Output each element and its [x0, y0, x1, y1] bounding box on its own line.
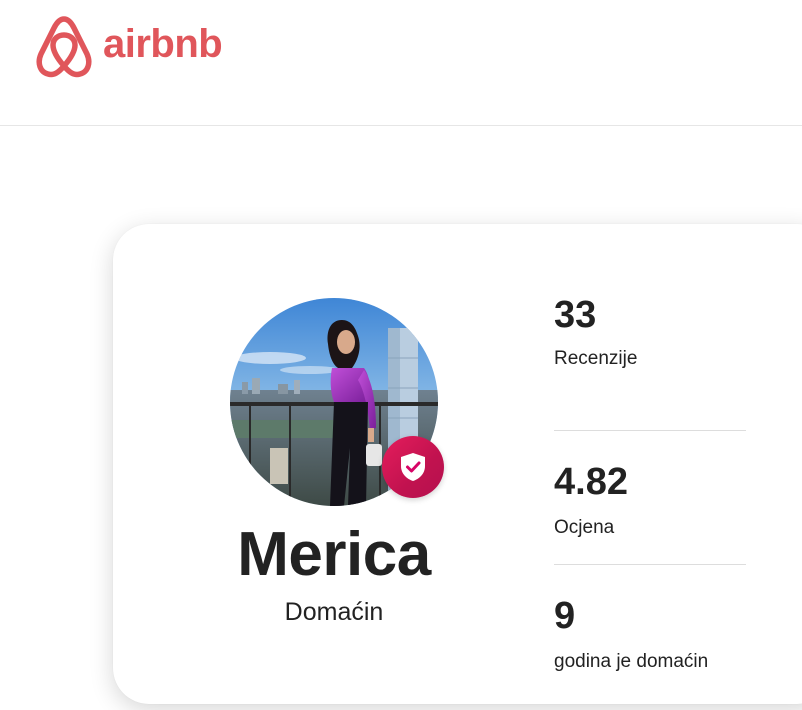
airbnb-logo-icon: [36, 16, 92, 78]
stat-label: Recenzije: [554, 348, 638, 369]
verified-badge: [382, 436, 444, 498]
stat-years-hosting: 9 godina je domaćin: [554, 564, 746, 698]
stat-value: 4.82: [554, 461, 628, 503]
stat-value: 33: [554, 294, 597, 336]
host-profile-card: Merica Domaćin 33 Recenzije 4.82 Ocjena …: [113, 224, 802, 704]
stat-value: 9: [554, 595, 576, 637]
stat-label: Ocjena: [554, 517, 615, 538]
shield-check-icon: [401, 453, 425, 481]
airbnb-logo[interactable]: airbnb: [33, 14, 223, 78]
host-name: Merica: [237, 520, 431, 589]
site-header: airbnb: [0, 0, 802, 126]
stat-label: godina je domaćin: [554, 651, 709, 672]
logo-wordmark: airbnb: [103, 22, 223, 66]
stat-reviews[interactable]: 33 Recenzije: [554, 296, 746, 430]
host-role: Domaćin: [284, 598, 384, 626]
host-avatar-container: [230, 298, 444, 506]
stat-rating[interactable]: 4.82 Ocjena: [554, 430, 746, 564]
host-stats: 33 Recenzije 4.82 Ocjena 9 godina je dom…: [554, 296, 746, 698]
